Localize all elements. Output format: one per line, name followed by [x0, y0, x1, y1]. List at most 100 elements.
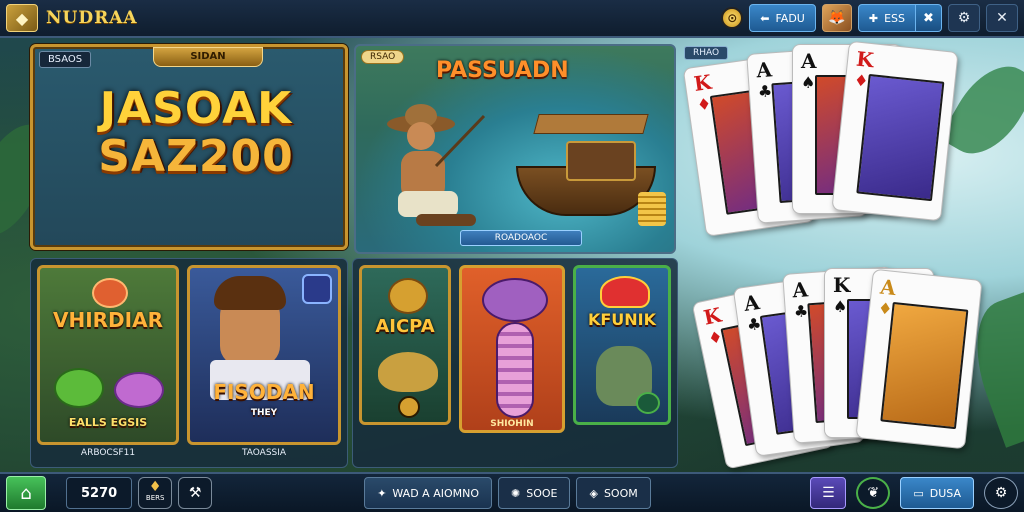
chat-bubble-icon: ❦	[867, 485, 880, 501]
close-icon: ✕	[996, 10, 1008, 26]
menu-button[interactable]: ☰	[810, 477, 847, 509]
card-rank: A	[801, 49, 817, 73]
esc-button-group: ✚ ESS ✖	[857, 4, 942, 32]
settings-button[interactable]: ⚙	[984, 477, 1018, 509]
message-button[interactable]: ▭ DUSA	[900, 477, 974, 509]
featured-tag: BSAOS	[39, 51, 92, 68]
featured-plaque: SIDAN	[153, 47, 263, 67]
tertiary-button-label: SOOM	[603, 486, 638, 500]
card-rank: A	[879, 274, 898, 301]
profile-button-label: FADU	[775, 11, 805, 25]
game-tile-title: FISODAN	[213, 380, 315, 404]
top-right-controls: ⊙ ⬅ FADU 🦊 ✚ ESS ✖ ⚙ ✕	[721, 4, 1018, 32]
card-rank: A	[755, 57, 773, 83]
chat-icon: ◈	[589, 486, 598, 500]
game-tile-title: VHIRDIAR	[53, 308, 163, 332]
featured-title: JASOAK SAZ200	[51, 85, 341, 181]
tools-icon: ⚒	[188, 485, 202, 501]
card-suit-icon: ♠	[801, 73, 816, 92]
game-tile[interactable]: FISODAN THEY	[187, 265, 341, 445]
arrow-left-icon: ⬅	[760, 11, 770, 25]
dragon-head-icon	[482, 278, 548, 322]
secondary-button-label: SOOE	[526, 486, 558, 500]
coin-icon[interactable]: ⊙	[721, 7, 744, 29]
bottom-bar: ⌂ 5270 ♦ BERS ⚒ ✦ WAD A AIOMNO ✺ SOOE ◈ …	[0, 472, 1024, 512]
playing-card[interactable]: K ♦	[831, 40, 959, 222]
app-title: NUDRAA	[46, 8, 138, 28]
game-tile[interactable]: KFUNIK	[573, 265, 671, 425]
card-artwork	[856, 73, 945, 202]
badge-icon	[302, 274, 332, 304]
bottom-right-controls: ☰ ❦ ▭ DUSA ⚙	[810, 477, 1018, 509]
playing-card[interactable]: A ♦	[855, 268, 983, 450]
river-scene-banner[interactable]: RSAO PASSUADN ROADOAOC	[354, 44, 676, 254]
scene-caption[interactable]: ROADOAOC	[460, 230, 582, 246]
coin-stack	[638, 192, 666, 226]
game-tile-title: KFUNIK	[587, 310, 657, 329]
game-tile-subtitle: THEY	[250, 408, 278, 418]
chat-button[interactable]: ❦	[856, 477, 891, 509]
games-row-middle: AICPA SHIOHIN KFUNIK	[352, 258, 678, 468]
helmet-icon	[600, 276, 650, 308]
message-button-label: DUSA	[929, 486, 961, 500]
serpent-icon	[496, 322, 534, 418]
games-row-left: VHIRDIAR EALLS EGSIS ARBOCSF11 FISODAN T…	[30, 258, 348, 468]
game-tile[interactable]: VHIRDIAR EALLS EGSIS	[37, 265, 179, 445]
card-suit-icon: ♠	[833, 297, 848, 316]
coin-icon	[398, 396, 420, 418]
gear-icon: ⚙	[994, 485, 1008, 501]
frog-icon	[54, 368, 104, 408]
esc-button-label: ESS	[884, 11, 905, 25]
close-button[interactable]: ✕	[986, 4, 1018, 32]
card-rank: K	[833, 273, 851, 297]
scene-tag: RSAO	[361, 50, 405, 64]
avatar[interactable]: 🦊	[821, 4, 852, 32]
card-rank: K	[855, 46, 875, 73]
esc-button[interactable]: ✚ ESS	[857, 4, 916, 32]
game-tile-label: SHIOHIN	[490, 419, 534, 429]
profile-button[interactable]: ⬅ FADU	[749, 4, 816, 32]
gem-icon	[636, 392, 660, 414]
scene-title: PASSUADN	[436, 58, 569, 83]
game-tile-label: TAOASSIA	[241, 448, 287, 458]
trophy-icon	[388, 278, 428, 314]
settings-button[interactable]: ⚙	[948, 4, 980, 32]
top-bar: ◆ NUDRAA ⊙ ⬅ FADU 🦊 ✚ ESS ✖ ⚙ ✕	[0, 0, 1024, 38]
game-tile-subtitle: EALLS EGSIS	[68, 416, 148, 429]
fire-icon: ♦	[148, 479, 162, 495]
gear-icon: ⚙	[957, 10, 971, 26]
featured-title-line1: JASOAK	[99, 83, 293, 134]
main-action-button[interactable]: ✦ WAD A AIOMNO	[364, 477, 492, 509]
cat-icon	[378, 352, 438, 392]
home-button[interactable]: ⌂	[6, 476, 46, 510]
app-logo-icon[interactable]: ◆	[6, 4, 38, 32]
card-rank: K	[692, 69, 713, 96]
coin-button[interactable]: ♦ BERS	[138, 477, 173, 509]
game-tile[interactable]	[459, 265, 565, 433]
tools-button[interactable]: ⚒	[178, 477, 213, 509]
fisherman-illustration	[387, 104, 486, 226]
game-tile-label: ARBOCSF11	[80, 448, 136, 458]
balance-display: 5270	[66, 477, 133, 509]
card-rank: K	[701, 302, 724, 330]
star-icon: ✦	[377, 486, 387, 500]
tertiary-button[interactable]: ◈ SOOM	[576, 477, 651, 509]
balance-value: 5270	[81, 485, 118, 501]
main-action-label: WAD A AIOMNO	[392, 486, 479, 500]
fruit-icon	[92, 278, 128, 308]
home-icon: ⌂	[20, 482, 32, 504]
coin-button-label: BERS	[145, 494, 165, 502]
secondary-button[interactable]: ✺ SOOE	[498, 477, 571, 509]
sun-icon: ✺	[511, 486, 521, 500]
cards-tag: RHAO	[684, 46, 729, 60]
featured-title-line2: SAZ200	[98, 131, 294, 182]
cards-panel[interactable]: RHAO K ♦ A ♣ A ♠ K ♦ K ♦ A ♣ A ♣ K ♠ A ♦	[680, 40, 1024, 470]
game-tile[interactable]: AICPA	[359, 265, 451, 425]
featured-banner[interactable]: BSAOS SIDAN JASOAK SAZ200	[30, 44, 348, 250]
game-tile-title: AICPA	[375, 316, 435, 337]
boat-roof	[533, 114, 649, 134]
expand-icon[interactable]: ✖	[916, 4, 942, 32]
card-rank: A	[791, 277, 809, 303]
fish-icon	[114, 372, 164, 408]
menu-icon: ☰	[822, 485, 835, 501]
